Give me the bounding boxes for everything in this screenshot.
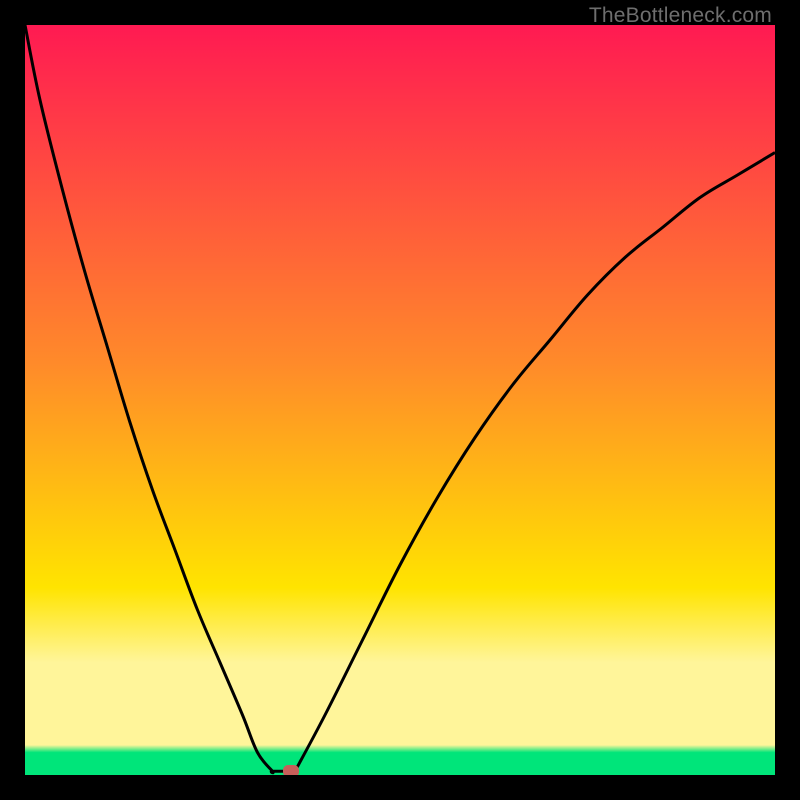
plot-area: [25, 25, 775, 775]
outer-frame: TheBottleneck.com: [0, 0, 800, 800]
bottleneck-curve: [25, 25, 775, 775]
watermark-text: TheBottleneck.com: [589, 4, 772, 28]
optimal-point-marker: [283, 765, 299, 775]
